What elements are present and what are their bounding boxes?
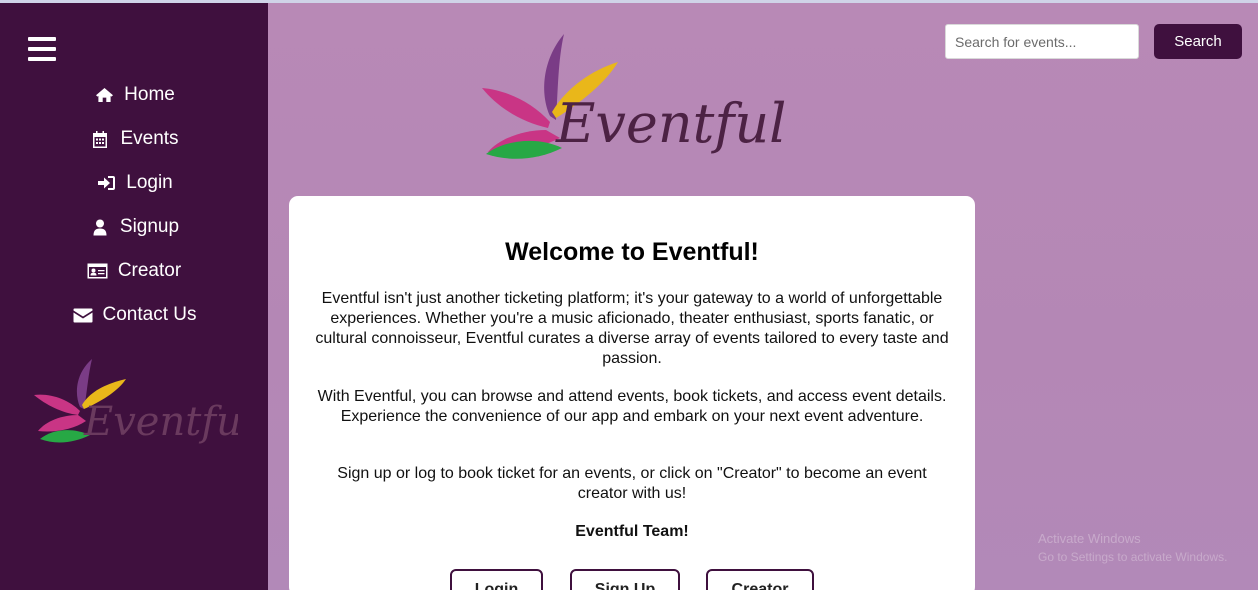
- calendar-icon: [89, 129, 111, 149]
- main-logo: Eventful: [482, 34, 786, 159]
- hamburger-icon[interactable]: [28, 35, 56, 67]
- sidebar-logo-text: Eventful: [83, 399, 238, 445]
- login-button[interactable]: Login: [450, 569, 543, 590]
- sidebar-item-signup[interactable]: Signup: [0, 205, 268, 249]
- creator-button[interactable]: Creator: [706, 569, 814, 590]
- envelope-icon: [72, 305, 94, 325]
- sidebar-logo: Eventful: [34, 359, 238, 445]
- watermark-line2: Go to Settings to activate Windows.: [1038, 550, 1228, 564]
- features-paragraph: With Eventful, you can browse and attend…: [317, 388, 947, 425]
- welcome-title: Welcome to Eventful!: [505, 238, 759, 266]
- sidebar-item-label: Login: [126, 172, 173, 193]
- sidebar-item-label: Signup: [119, 216, 180, 237]
- sidebar-item-events[interactable]: Events: [0, 117, 268, 161]
- intro-paragraph: Eventful isn't just another ticketing pl…: [315, 290, 949, 367]
- id-card-icon: [87, 261, 109, 281]
- sidebar-item-login[interactable]: Login: [0, 161, 268, 205]
- sidebar: Home Events Login Signup Creator Contact…: [0, 3, 268, 590]
- sidebar-item-label: Creator: [117, 260, 182, 281]
- sidebar-item-label: Home: [124, 84, 175, 105]
- sidebar-item-creator[interactable]: Creator: [0, 249, 268, 293]
- call-to-action-paragraph: Sign up or log to book ticket for an eve…: [337, 465, 927, 502]
- welcome-card: Welcome to Eventful! Eventful isn't just…: [289, 196, 975, 590]
- watermark-line1: Activate Windows: [1038, 531, 1141, 546]
- search-input[interactable]: [945, 24, 1139, 59]
- main-logo-text: Eventful: [555, 92, 786, 155]
- sidebar-item-home[interactable]: Home: [0, 73, 268, 117]
- sidebar-nav: Home Events Login Signup Creator Contact…: [0, 73, 268, 337]
- home-icon: [93, 85, 115, 105]
- sidebar-item-label: Events: [120, 128, 179, 149]
- team-signature: Eventful Team!: [575, 523, 689, 540]
- user-icon: [89, 217, 111, 237]
- activation-watermark: Activate Windows Go to Settings to activ…: [1038, 530, 1227, 566]
- search-button[interactable]: Search: [1154, 24, 1242, 59]
- signup-button[interactable]: Sign Up: [570, 569, 680, 590]
- sign-in-icon: [95, 173, 117, 193]
- sidebar-item-label: Contact Us: [102, 304, 197, 325]
- sidebar-item-contact[interactable]: Contact Us: [0, 293, 268, 337]
